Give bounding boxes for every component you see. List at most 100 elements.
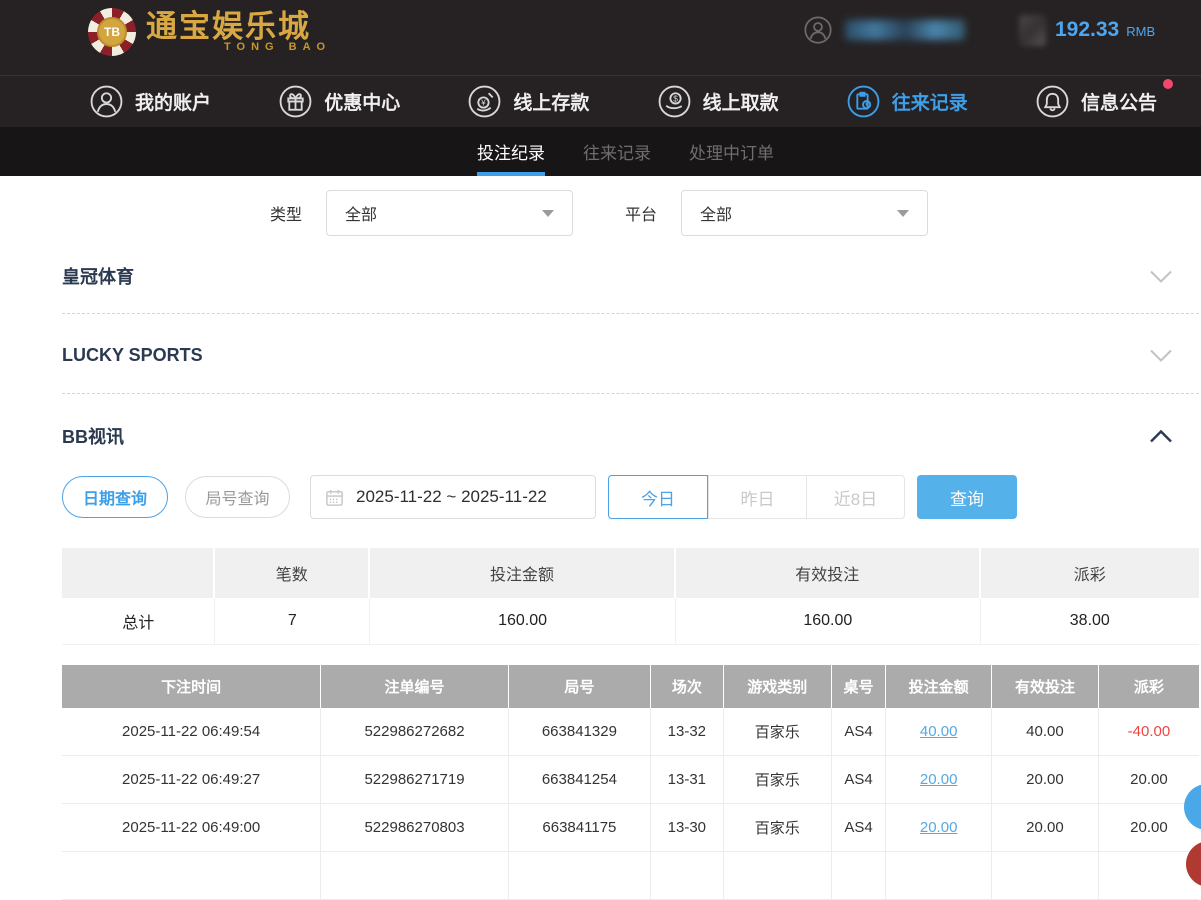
- filter-row: 类型 全部 平台 全部: [0, 190, 1201, 236]
- wallet-icon-redacted: [1019, 15, 1046, 46]
- cell-bet-amount-link[interactable]: 20.00: [886, 804, 992, 851]
- cell-bet-id: 522986271719: [321, 756, 509, 803]
- tab-pending-orders[interactable]: 处理中订单: [689, 127, 774, 176]
- nav-item-promotions[interactable]: 优惠中心: [279, 85, 400, 118]
- balance-amount: 192.33: [1055, 18, 1119, 42]
- cell-session: 13-30: [651, 804, 724, 851]
- cell-round: 663841329: [509, 708, 651, 755]
- user-avatar-icon[interactable]: [804, 16, 832, 44]
- round-query-button[interactable]: 局号查询: [185, 476, 290, 518]
- deposit-icon: ¥: [468, 85, 501, 118]
- logo-text: 通宝娱乐城 TONG BAO: [146, 11, 331, 53]
- notification-dot: [1163, 79, 1173, 89]
- cell-table-no: AS4: [832, 804, 887, 851]
- nav-item-withdraw[interactable]: $ 线上取款: [658, 85, 779, 118]
- query-bar: 日期查询 局号查询 2025-11-22 ~ 2025-11-22 今日 昨日 …: [62, 475, 1017, 519]
- type-filter-label: 类型: [270, 201, 302, 225]
- type-select[interactable]: 全部: [326, 190, 573, 236]
- divider: [62, 393, 1199, 394]
- cell-bet-time: 2025-11-22 06:49:54: [62, 708, 321, 755]
- summary-bet-amount: 160.00: [370, 598, 676, 644]
- cell-session: 13-32: [651, 708, 724, 755]
- platform-select[interactable]: 全部: [681, 190, 928, 236]
- cell-bet-id: 522986272682: [321, 708, 509, 755]
- summary-table-header: 笔数 投注金额 有效投注 派彩: [62, 548, 1199, 598]
- segment-yesterday[interactable]: 昨日: [708, 476, 806, 518]
- section-bb-live[interactable]: BB视讯: [62, 418, 1173, 454]
- nav-item-my-account[interactable]: 我的账户: [90, 85, 211, 118]
- cell-valid-bet: 40.00: [992, 708, 1099, 755]
- cell-table-no: AS4: [832, 708, 887, 755]
- cell-bet-time: 2025-11-22 06:49:27: [62, 756, 321, 803]
- nav-item-announcements[interactable]: 信息公告: [1036, 85, 1157, 118]
- table-row: 2025-11-22 06:49:27 522986271719 6638412…: [62, 756, 1199, 804]
- svg-text:$: $: [673, 95, 678, 104]
- cell-valid-bet: 20.00: [992, 756, 1099, 803]
- chevron-down-icon[interactable]: [1149, 269, 1173, 284]
- summary-count: 7: [215, 598, 370, 644]
- cell-bet-time: 2025-11-22 06:49:00: [62, 804, 321, 851]
- summary-label: 总计: [62, 598, 215, 644]
- cell-round: 663841254: [509, 756, 651, 803]
- table-row: 2025-11-22 06:49:00 522986270803 6638411…: [62, 804, 1199, 852]
- bets-table: 下注时间 注单编号 局号 场次 游戏类别 桌号 投注金额 有效投注 派彩 202…: [62, 665, 1199, 900]
- search-button[interactable]: 查询: [917, 475, 1017, 519]
- logo-subtitle: TONG BAO: [224, 41, 331, 53]
- caret-down-icon: [897, 210, 909, 217]
- tab-bet-records[interactable]: 投注纪录: [477, 127, 545, 176]
- withdraw-icon: $: [658, 85, 691, 118]
- account-balance[interactable]: 192.33 RMB: [1055, 18, 1155, 42]
- balance-currency: RMB: [1126, 24, 1155, 39]
- summary-payout: 38.00: [981, 598, 1199, 644]
- main-nav: 我的账户 优惠中心 ¥ 线上存款 $ 线上取款: [0, 75, 1201, 127]
- tab-transaction-records[interactable]: 往来记录: [583, 127, 651, 176]
- divider: [62, 313, 1199, 314]
- gift-icon: [279, 85, 312, 118]
- section-crown-sports[interactable]: 皇冠体育: [62, 258, 1173, 294]
- logo-title: 通宝娱乐城: [146, 11, 331, 43]
- sub-tab-bar: 投注纪录 往来记录 处理中订单: [0, 127, 1201, 176]
- page-content: 类型 全部 平台 全部 皇冠体育 LUCKY SPORTS BB视讯 日期查询 …: [0, 176, 1201, 858]
- cell-game-type: 百家乐: [724, 804, 832, 851]
- chevron-up-icon[interactable]: [1149, 429, 1173, 444]
- table-row: 2025-11-22 06:49:54 522986272682 6638413…: [62, 708, 1199, 756]
- date-range-value: 2025-11-22 ~ 2025-11-22: [356, 487, 547, 507]
- summary-table: 笔数 投注金额 有效投注 派彩 总计 7 160.00 160.00 38.00: [62, 548, 1199, 645]
- section-lucky-sports[interactable]: LUCKY SPORTS: [62, 337, 1173, 373]
- cell-bet-amount-link[interactable]: 20.00: [886, 756, 992, 803]
- date-query-button[interactable]: 日期查询: [62, 476, 168, 518]
- cell-payout: 20.00: [1099, 756, 1199, 803]
- top-header: TB 通宝娱乐城 TONG BAO 192.33 RMB: [0, 0, 1201, 75]
- cell-valid-bet: 20.00: [992, 804, 1099, 851]
- cell-bet-amount-link[interactable]: 40.00: [886, 708, 992, 755]
- caret-down-icon: [542, 210, 554, 217]
- site-logo[interactable]: TB 通宝娱乐城 TONG BAO: [88, 8, 331, 56]
- platform-filter-label: 平台: [625, 201, 657, 225]
- bell-icon: [1036, 85, 1069, 118]
- cell-payout: -40.00: [1099, 708, 1199, 755]
- summary-valid-bet: 160.00: [676, 598, 981, 644]
- nav-item-transaction-records[interactable]: 往来记录: [847, 85, 968, 118]
- summary-total-row: 总计 7 160.00 160.00 38.00: [62, 598, 1199, 645]
- table-row-partial: [62, 852, 1199, 900]
- cell-table-no: AS4: [832, 756, 887, 803]
- user-icon: [90, 85, 123, 118]
- segment-today[interactable]: 今日: [608, 475, 708, 519]
- cell-game-type: 百家乐: [724, 708, 832, 755]
- segment-last-8-days[interactable]: 近8日: [806, 476, 904, 518]
- cell-bet-id: 522986270803: [321, 804, 509, 851]
- date-range-input[interactable]: 2025-11-22 ~ 2025-11-22: [310, 475, 596, 519]
- username-redacted[interactable]: [845, 20, 965, 40]
- bets-table-header: 下注时间 注单编号 局号 场次 游戏类别 桌号 投注金额 有效投注 派彩: [62, 665, 1199, 708]
- records-icon: [847, 85, 880, 118]
- calendar-icon: [325, 488, 344, 507]
- poker-chip-icon: TB: [88, 8, 136, 56]
- cell-game-type: 百家乐: [724, 756, 832, 803]
- cell-round: 663841175: [509, 804, 651, 851]
- nav-item-deposit[interactable]: ¥ 线上存款: [468, 85, 589, 118]
- chip-tb-monogram: TB: [97, 17, 127, 47]
- quick-date-segments: 今日 昨日 近8日: [608, 475, 905, 519]
- svg-text:¥: ¥: [481, 99, 487, 108]
- chevron-down-icon[interactable]: [1149, 348, 1173, 363]
- cell-session: 13-31: [651, 756, 724, 803]
